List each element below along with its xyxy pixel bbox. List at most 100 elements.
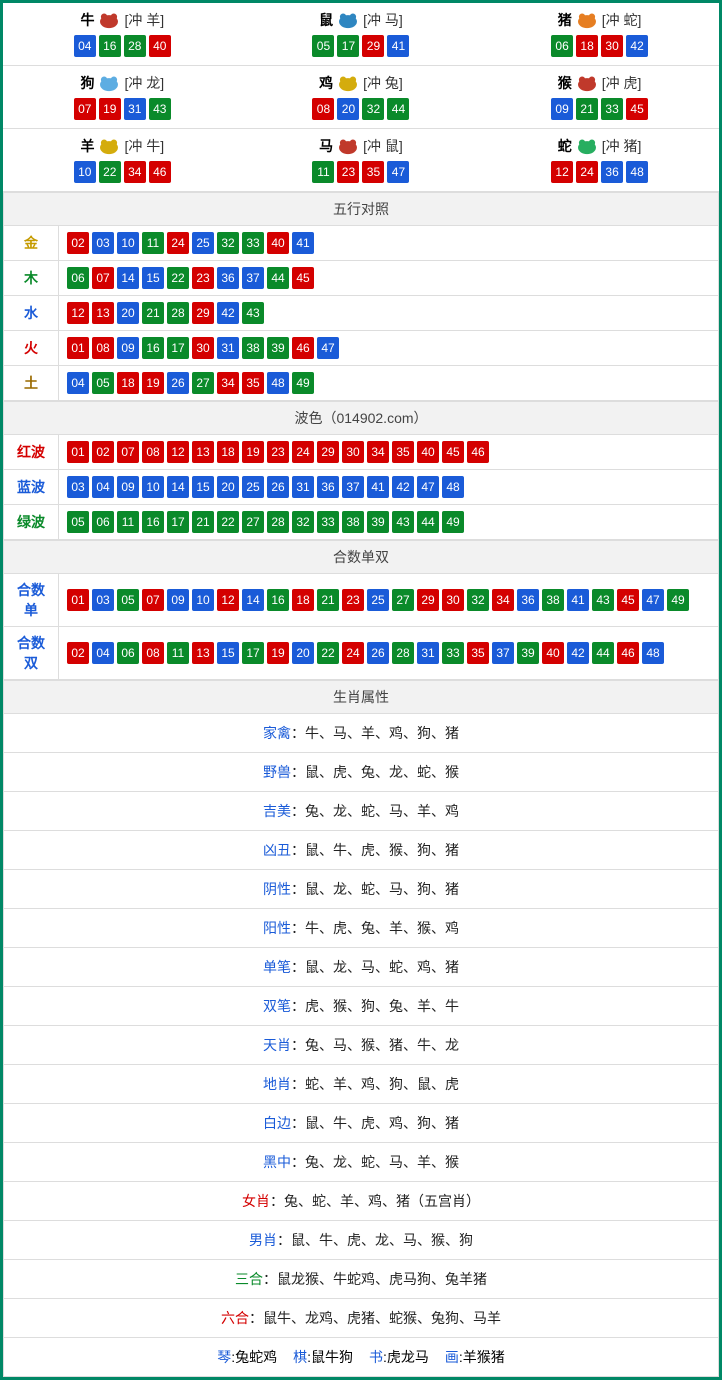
table-row: 水 1213202128294243 (4, 296, 719, 331)
number-ball: 35 (392, 441, 414, 463)
number-ball: 22 (317, 642, 339, 664)
zodiac-icon (574, 135, 600, 157)
number-ball: 07 (74, 98, 96, 120)
number-ball: 40 (267, 232, 289, 254)
number-ball: 19 (99, 98, 121, 120)
number-ball: 09 (117, 476, 139, 498)
zodiac-name: 猴 (558, 73, 572, 93)
number-ball: 16 (99, 35, 121, 57)
number-ball: 02 (92, 441, 114, 463)
number-ball: 23 (267, 441, 289, 463)
attr-row: 阴性：鼠、龙、蛇、马、狗、猪 (4, 870, 719, 909)
number-ball: 07 (117, 441, 139, 463)
attr-sep: ： (291, 725, 305, 741)
attr-category: 六合 (221, 1310, 249, 1326)
number-ball: 22 (217, 511, 239, 533)
number-ball: 41 (292, 232, 314, 254)
row-balls: 0102070812131819232429303435404546 (59, 435, 719, 470)
number-ball: 24 (167, 232, 189, 254)
heshu-table: 合数单双 合数单 0103050709101214161821232527293… (3, 540, 719, 680)
zodiac-name: 鼠 (319, 10, 333, 30)
number-ball: 30 (601, 35, 623, 57)
zodiac-name-row: 狗 [冲 龙] (80, 72, 164, 94)
number-ball: 06 (117, 642, 139, 664)
number-ball: 17 (167, 511, 189, 533)
zodiac-balls: 06183042 (480, 35, 719, 57)
attr-value: 鼠、牛、虎、鸡、狗、猪 (305, 1115, 459, 1131)
four-combo-value: :兔蛇鸡 (231, 1349, 277, 1365)
zodiac-cell: 马 [冲 鼠] 11233547 (242, 129, 481, 192)
zodiac-icon (335, 9, 361, 31)
number-ball: 28 (167, 302, 189, 324)
number-ball: 46 (617, 642, 639, 664)
number-ball: 31 (124, 98, 146, 120)
attr-value: 鼠、龙、蛇、马、狗、猪 (305, 881, 459, 897)
zodiac-icon (96, 72, 122, 94)
number-ball: 49 (667, 589, 689, 611)
zodiac-balls: 07193143 (3, 98, 242, 120)
attr-header: 生肖属性 (4, 681, 719, 714)
zodiac-conflict: [冲 鼠] (363, 136, 403, 156)
number-ball: 28 (124, 35, 146, 57)
zodiac-name-row: 猪 [冲 蛇] (558, 9, 642, 31)
number-ball: 15 (192, 476, 214, 498)
number-ball: 39 (367, 511, 389, 533)
number-ball: 40 (149, 35, 171, 57)
number-ball: 44 (267, 267, 289, 289)
number-ball: 37 (492, 642, 514, 664)
number-ball: 13 (192, 642, 214, 664)
zodiac-name-row: 蛇 [冲 猪] (558, 135, 642, 157)
row-label: 红波 (4, 435, 59, 470)
attr-row: 女肖：兔、蛇、羊、鸡、猪（五宫肖） (4, 1182, 719, 1221)
number-ball: 47 (417, 476, 439, 498)
number-ball: 43 (592, 589, 614, 611)
attr-cell: 琴:兔蛇鸡棋:鼠牛狗书:虎龙马画:羊猴猪 (4, 1338, 719, 1377)
table-row: 火 0108091617303138394647 (4, 331, 719, 366)
number-ball: 44 (592, 642, 614, 664)
attr-sep: ： (291, 1037, 305, 1053)
number-ball: 33 (442, 642, 464, 664)
number-ball: 47 (387, 161, 409, 183)
number-ball: 08 (142, 642, 164, 664)
attr-sep: ： (291, 881, 305, 897)
number-ball: 35 (467, 642, 489, 664)
number-ball: 12 (67, 302, 89, 324)
attr-sep: ： (291, 842, 305, 858)
row-balls: 02031011242532334041 (59, 226, 719, 261)
zodiac-grid: 牛 [冲 羊] 04162840 鼠 [冲 马] 05172941 猪 (3, 3, 719, 192)
attr-category: 地肖 (263, 1076, 291, 1092)
number-ball: 45 (292, 267, 314, 289)
number-ball: 18 (117, 372, 139, 394)
number-ball: 12 (551, 161, 573, 183)
attr-category: 阴性 (263, 881, 291, 897)
number-ball: 09 (117, 337, 139, 359)
number-ball: 02 (67, 232, 89, 254)
four-combo-label: 书 (369, 1349, 383, 1365)
zodiac-name-row: 鸡 [冲 兔] (319, 72, 403, 94)
number-ball: 18 (576, 35, 598, 57)
attr-table: 生肖属性 家禽：牛、马、羊、鸡、狗、猪 野兽：鼠、虎、兔、龙、蛇、猴 吉美：兔、… (3, 680, 719, 1377)
number-ball: 08 (92, 337, 114, 359)
attr-cell: 三合：鼠龙猴、牛蛇鸡、虎马狗、兔羊猪 (4, 1260, 719, 1299)
number-ball: 08 (142, 441, 164, 463)
zodiac-icon (574, 72, 600, 94)
attr-value: 兔、马、猴、猪、牛、龙 (305, 1037, 459, 1053)
attr-row: 黑中：兔、龙、蛇、马、羊、猴 (4, 1143, 719, 1182)
attr-category: 三合 (235, 1271, 263, 1287)
number-ball: 30 (342, 441, 364, 463)
number-ball: 11 (312, 161, 334, 183)
zodiac-conflict: [冲 马] (363, 10, 403, 30)
row-balls: 06071415222336374445 (59, 261, 719, 296)
four-combo-row: 琴:兔蛇鸡棋:鼠牛狗书:虎龙马画:羊猴猪 (8, 1347, 714, 1367)
four-combo-value: :鼠牛狗 (307, 1349, 353, 1365)
attr-value: 兔、蛇、羊、鸡、猪（五宫肖） (284, 1193, 480, 1209)
number-ball: 24 (342, 642, 364, 664)
number-ball: 21 (142, 302, 164, 324)
number-ball: 43 (392, 511, 414, 533)
number-ball: 27 (242, 511, 264, 533)
table-row: 蓝波 03040910141520252631363741424748 (4, 470, 719, 505)
attr-sep: ： (291, 803, 305, 819)
number-ball: 03 (67, 476, 89, 498)
number-ball: 42 (392, 476, 414, 498)
four-combo-item: 棋:鼠牛狗 (293, 1347, 353, 1367)
